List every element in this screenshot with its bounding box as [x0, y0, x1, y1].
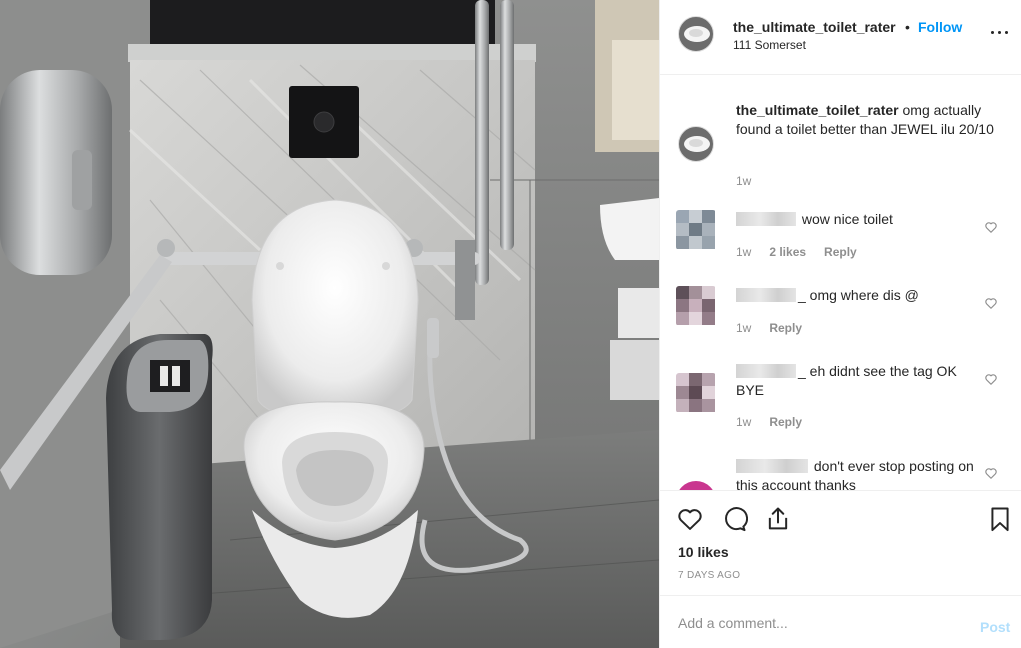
blurred-username[interactable] — [736, 288, 796, 302]
caption-username[interactable]: the_ultimate_toilet_rater — [736, 102, 899, 118]
caption-text: the_ultimate_toilet_rater omg actually f… — [736, 101, 1006, 139]
comment-time: 1w — [736, 321, 752, 335]
author-avatar[interactable] — [678, 16, 714, 52]
like-comment-icon[interactable] — [984, 296, 998, 310]
post-comment-button[interactable]: Post — [980, 619, 1010, 635]
likes-count[interactable]: 10 likes — [678, 544, 729, 560]
comment-text: wow nice toilet — [736, 210, 976, 229]
comment-body: wow nice toilet — [801, 211, 893, 227]
bookmark-icon[interactable] — [986, 505, 1014, 533]
caption-meta: 1w — [736, 174, 751, 188]
comment-meta: 1w 2 likes Reply — [736, 245, 857, 259]
commenter-avatar[interactable] — [676, 373, 716, 413]
comment-text: _ eh didnt see the tag OK BYE — [736, 362, 976, 400]
reply-button[interactable]: Reply — [824, 245, 857, 259]
reply-button[interactable]: Reply — [769, 415, 802, 429]
post-date: 7 DAYS AGO — [678, 570, 741, 581]
post-side-panel: the_ultimate_toilet_rater • Follow 111 S… — [659, 0, 1021, 648]
heart-icon[interactable] — [676, 505, 704, 533]
comment-text: don't ever stop posting on this account … — [736, 457, 976, 490]
caption-avatar[interactable] — [678, 126, 714, 162]
toilet-photo-image — [0, 0, 659, 648]
post-header: the_ultimate_toilet_rater • Follow 111 S… — [660, 0, 1021, 75]
header-separator: • — [905, 19, 910, 35]
blurred-username[interactable] — [736, 364, 796, 378]
commenter-avatar[interactable] — [676, 481, 716, 490]
comment-time: 1w — [736, 415, 752, 429]
post-photo[interactable] — [0, 0, 659, 648]
like-comment-icon[interactable] — [984, 466, 998, 480]
blurred-username[interactable] — [736, 212, 796, 226]
add-comment-bar: Post — [660, 595, 1021, 648]
like-comment-icon[interactable] — [984, 220, 998, 234]
caption-time: 1w — [736, 174, 752, 188]
share-icon[interactable] — [764, 505, 792, 533]
reply-button[interactable]: Reply — [769, 321, 802, 335]
comment-likes[interactable]: 2 likes — [769, 245, 806, 259]
post-actions: 10 likes 7 DAYS AGO — [660, 490, 1021, 595]
author-username[interactable]: the_ultimate_toilet_rater — [733, 19, 896, 35]
comment-icon[interactable] — [720, 505, 748, 533]
blurred-username[interactable] — [736, 459, 808, 473]
more-options-icon[interactable] — [990, 22, 1010, 42]
follow-button[interactable]: Follow — [918, 19, 962, 35]
comments-list[interactable]: the_ultimate_toilet_rater omg actually f… — [660, 76, 1021, 490]
commenter-avatar[interactable] — [676, 286, 716, 326]
comment-text: _ omg where dis @ — [736, 286, 976, 305]
comment-meta: 1w Reply — [736, 415, 802, 429]
post-location[interactable]: 111 Somerset — [733, 38, 806, 52]
commenter-avatar[interactable] — [676, 210, 716, 250]
comment-meta: 1w Reply — [736, 321, 802, 335]
comment-time: 1w — [736, 245, 752, 259]
comment-body: _ omg where dis @ — [798, 287, 919, 303]
like-comment-icon[interactable] — [984, 372, 998, 386]
comment-input[interactable] — [678, 614, 968, 632]
